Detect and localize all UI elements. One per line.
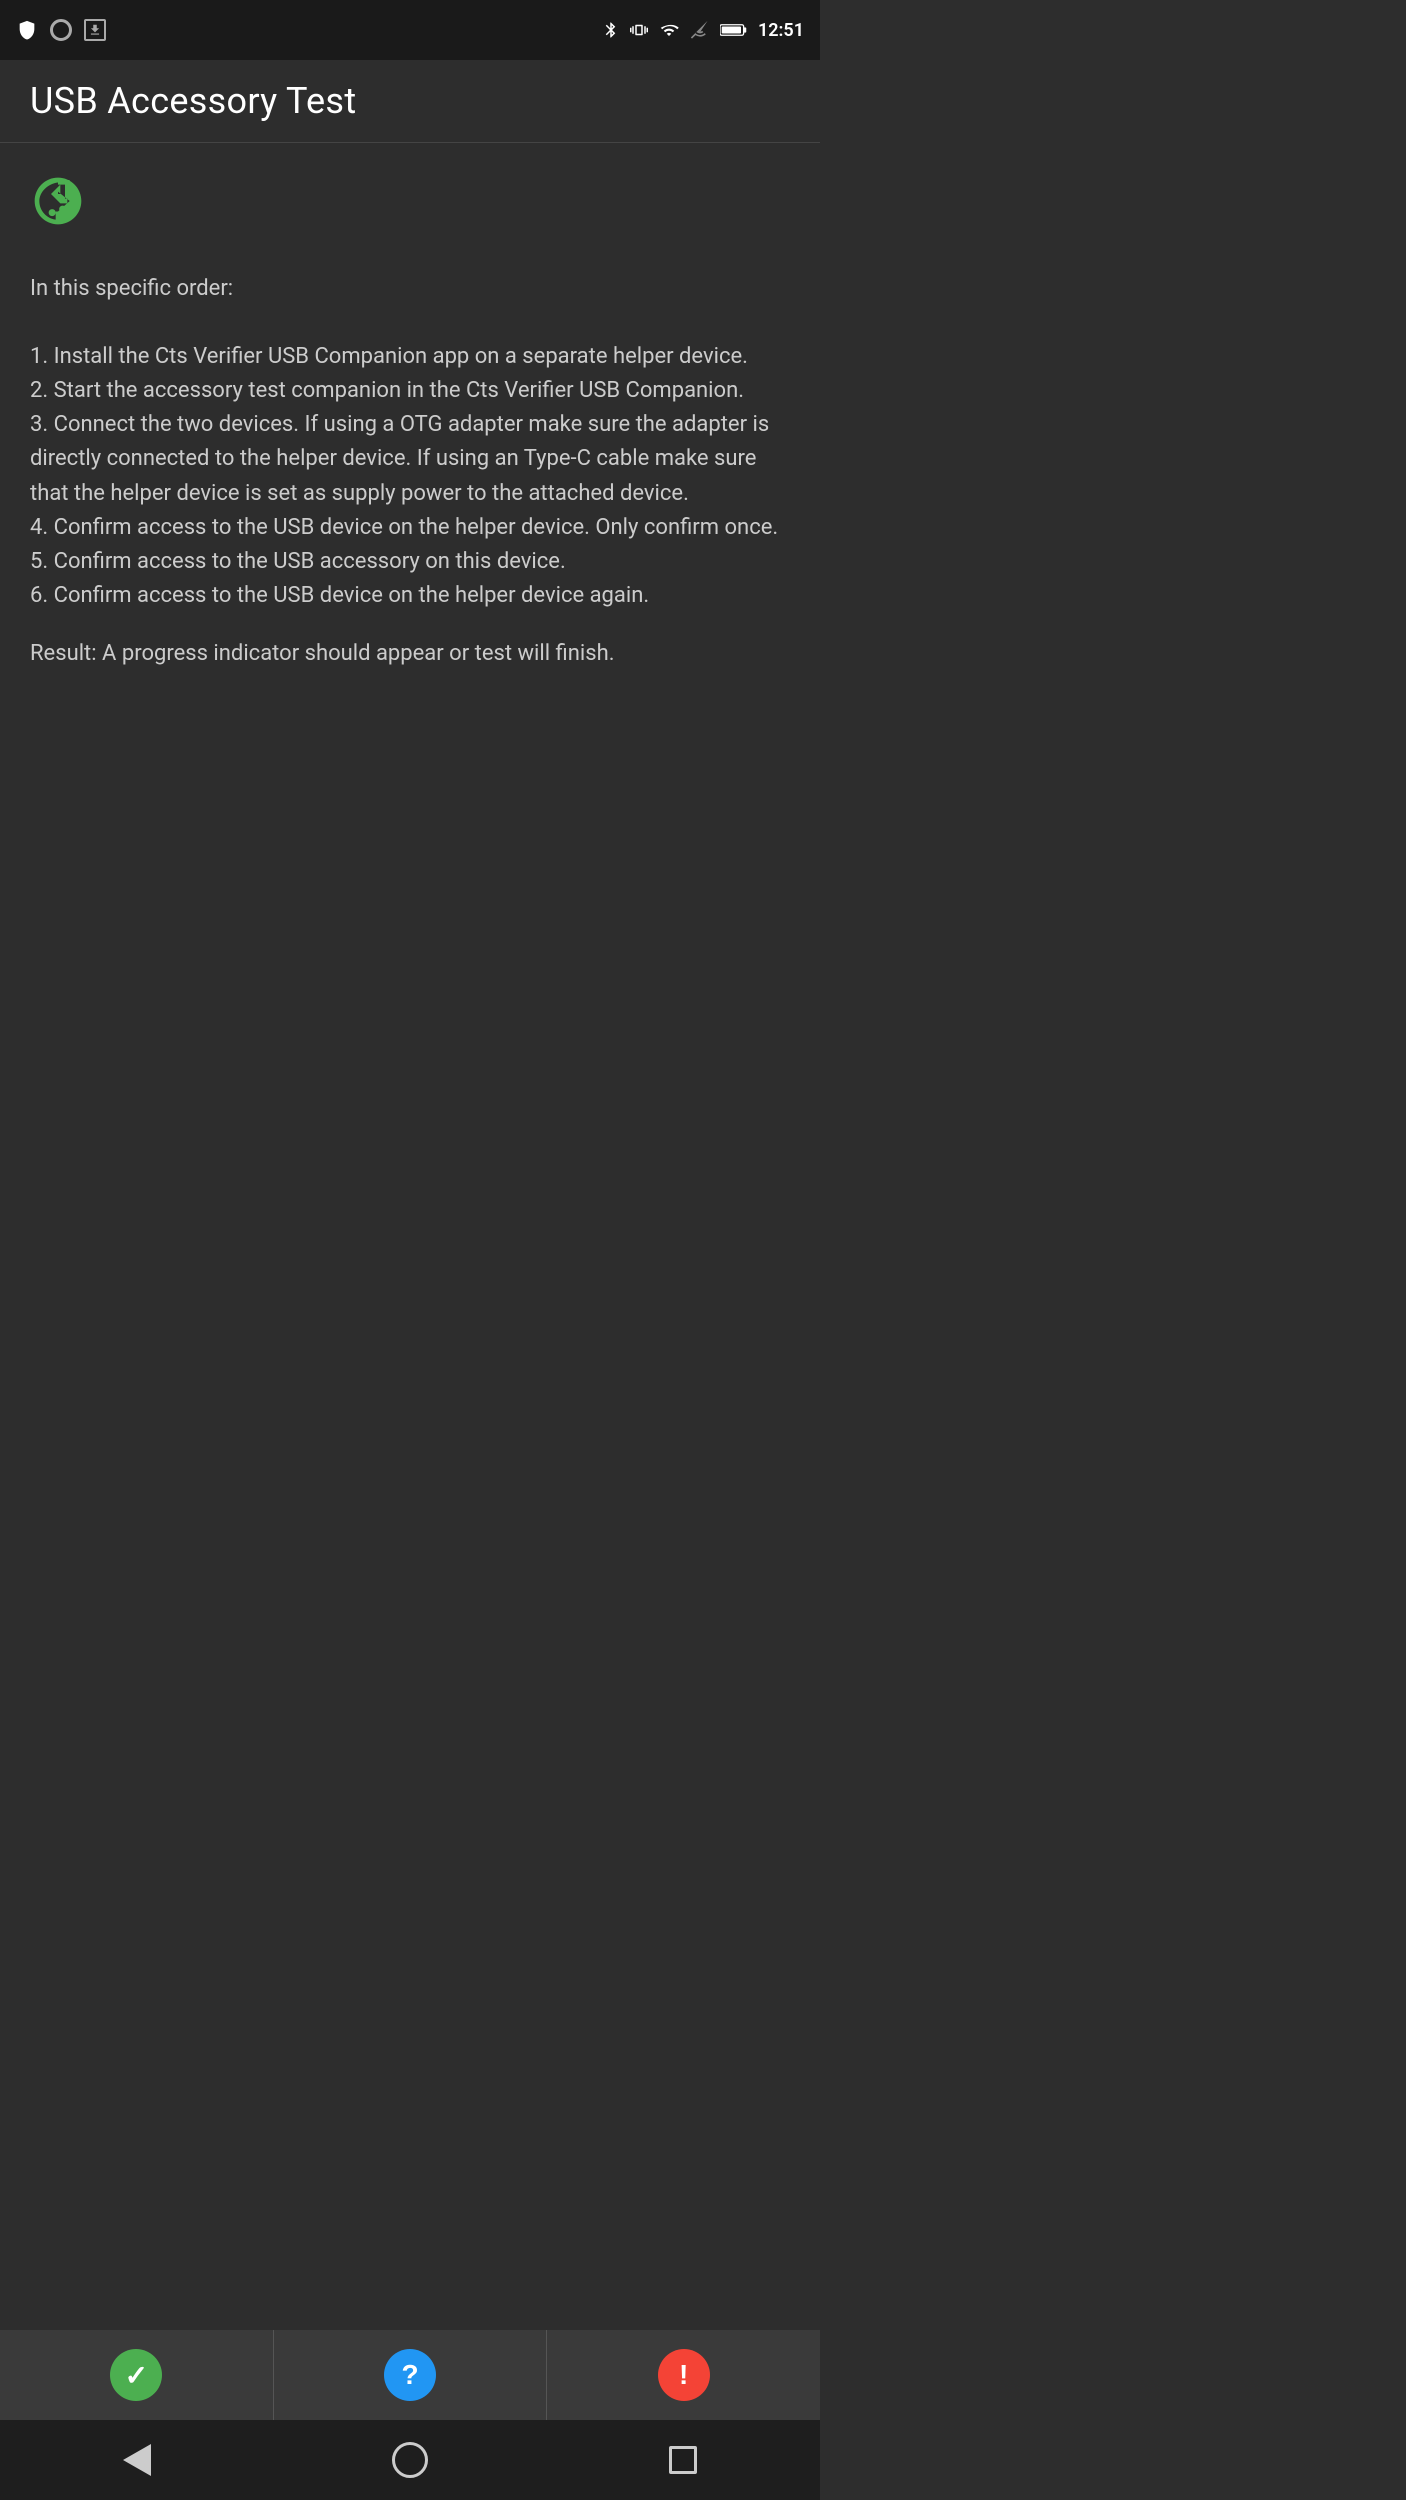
shield-icon [16,19,38,41]
status-time: 12:51 [758,20,804,41]
pass-button-icon: ✓ [125,2359,148,2392]
status-bar: 12:51 [0,0,820,60]
step-4: 4. Confirm access to the USB device on t… [30,515,778,540]
fail-button-circle: ! [658,2349,710,2401]
bluetooth-icon [602,19,620,41]
back-icon [123,2444,151,2476]
record-icon [50,19,72,41]
info-button[interactable]: ? [274,2330,548,2420]
pass-button[interactable]: ✓ [0,2330,274,2420]
instructions-container: In this specific order: 1. Install the C… [30,272,790,613]
step-2: 2. Start the accessory test companion in… [30,378,744,403]
step-6: 6. Confirm access to the USB device on t… [30,583,649,608]
result-text: Result: A progress indicator should appe… [30,637,790,671]
bottom-buttons-bar: ✓ ? ! [0,2330,820,2420]
app-bar: USB Accessory Test [0,60,820,143]
info-button-circle: ? [384,2349,436,2401]
instructions-header: In this specific order: [30,276,233,301]
download-icon [84,19,106,41]
home-icon [392,2442,428,2478]
vibrate-icon [630,19,648,41]
overview-button[interactable] [653,2430,713,2490]
status-bar-right-icons: 12:51 [602,19,804,41]
fail-button-icon: ! [679,2359,688,2391]
wifi-icon [658,21,680,39]
step-5: 5. Confirm access to the USB accessory o… [30,549,566,574]
signal-icon [690,20,710,40]
main-content: In this specific order: 1. Install the C… [0,143,820,691]
nav-bar [0,2420,820,2500]
info-button-icon: ? [401,2359,418,2391]
battery-icon [720,22,748,38]
pass-button-circle: ✓ [110,2349,162,2401]
usb-icon [30,173,790,242]
home-button[interactable] [380,2430,440,2490]
step-1: 1. Install the Cts Verifier USB Companio… [30,344,748,369]
fail-button[interactable]: ! [547,2330,820,2420]
back-button[interactable] [107,2430,167,2490]
step-3: 3. Connect the two devices. If using a O… [30,412,769,505]
page-title: USB Accessory Test [30,80,790,122]
status-bar-left-icons [16,19,106,41]
overview-icon [669,2446,697,2474]
